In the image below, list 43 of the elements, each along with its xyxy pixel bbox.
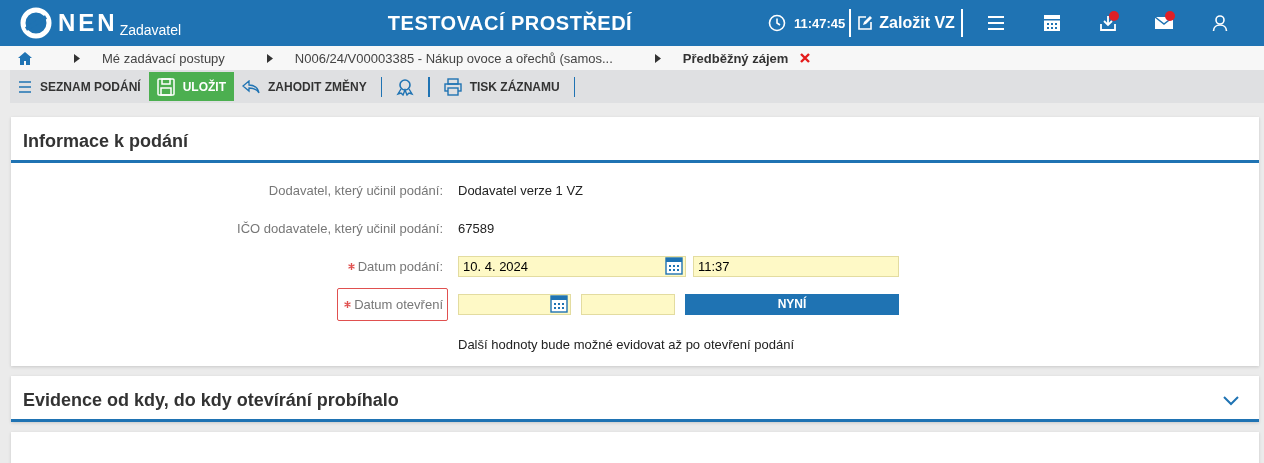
- environment-title: TESTOVACÍ PROSTŘEDÍ: [386, 11, 634, 35]
- chevron-icon[interactable]: [1223, 395, 1239, 406]
- section-title: Evidence od kdy, do kdy otevírání probíhalo: [23, 390, 399, 411]
- calendar-icon[interactable]: [665, 256, 683, 275]
- logo-icon: [20, 7, 52, 39]
- discard-button[interactable]: ZAHODIT ZMĚNY: [234, 72, 375, 101]
- field-label: IČO dodavatele, který učinil podání:: [236, 219, 444, 238]
- info-note: Další hodnoty bude možné evidovat až po otevření podání: [457, 336, 796, 354]
- clock-icon: [768, 14, 786, 32]
- download-icon: [1098, 14, 1117, 32]
- time-field[interactable]: [581, 293, 675, 315]
- user-icon: [1211, 14, 1228, 32]
- breadcrumb-link[interactable]: N006/24/V00003385 - Nákup ovoce a ořechů (samos...: [294, 50, 613, 66]
- mail-icon: [1153, 15, 1174, 31]
- now-button[interactable]: NYNÍ: [685, 293, 899, 315]
- award-icon: [396, 77, 415, 96]
- field-label: Dodavatel, který učinil podání:: [267, 181, 444, 200]
- calendar-icon[interactable]: [550, 294, 568, 313]
- time-field[interactable]: 11:37: [693, 255, 899, 277]
- invalid-field-label: Datum otevření: [337, 287, 448, 321]
- field-label: Datum podání:: [340, 249, 448, 283]
- logo-text: NEN: [58, 9, 118, 37]
- section-title: Informace k podání: [11, 117, 1259, 163]
- arrow-icon: [654, 53, 661, 63]
- field-value: Dodavatel verze 1 VZ: [458, 182, 583, 198]
- field-value: 67589: [458, 220, 495, 236]
- date-field[interactable]: 10. 4. 2024: [458, 255, 686, 277]
- home-icon[interactable]: [18, 51, 32, 65]
- undo-arrow-icon: [242, 79, 260, 94]
- close-icon[interactable]: [800, 53, 811, 63]
- calendar-icon: [1042, 14, 1061, 32]
- list-icon: [18, 80, 32, 93]
- create-button[interactable]: Založit VZ: [855, 14, 957, 32]
- logo-subtitle: Zadavatel: [119, 22, 182, 38]
- arrow-icon: [266, 53, 273, 63]
- print-button[interactable]: TISK ZÁZNAMU: [435, 72, 568, 101]
- breadcrumb-link[interactable]: Mé zadávací postupy: [102, 50, 225, 66]
- list-button[interactable]: SEZNAM PODÁNÍ: [10, 72, 149, 101]
- menu-icon: [985, 14, 1006, 32]
- edit-icon: [857, 15, 874, 31]
- printer-icon: [443, 77, 462, 96]
- arrow-icon: [74, 53, 80, 63]
- clock-time: 11:47:45: [794, 15, 846, 31]
